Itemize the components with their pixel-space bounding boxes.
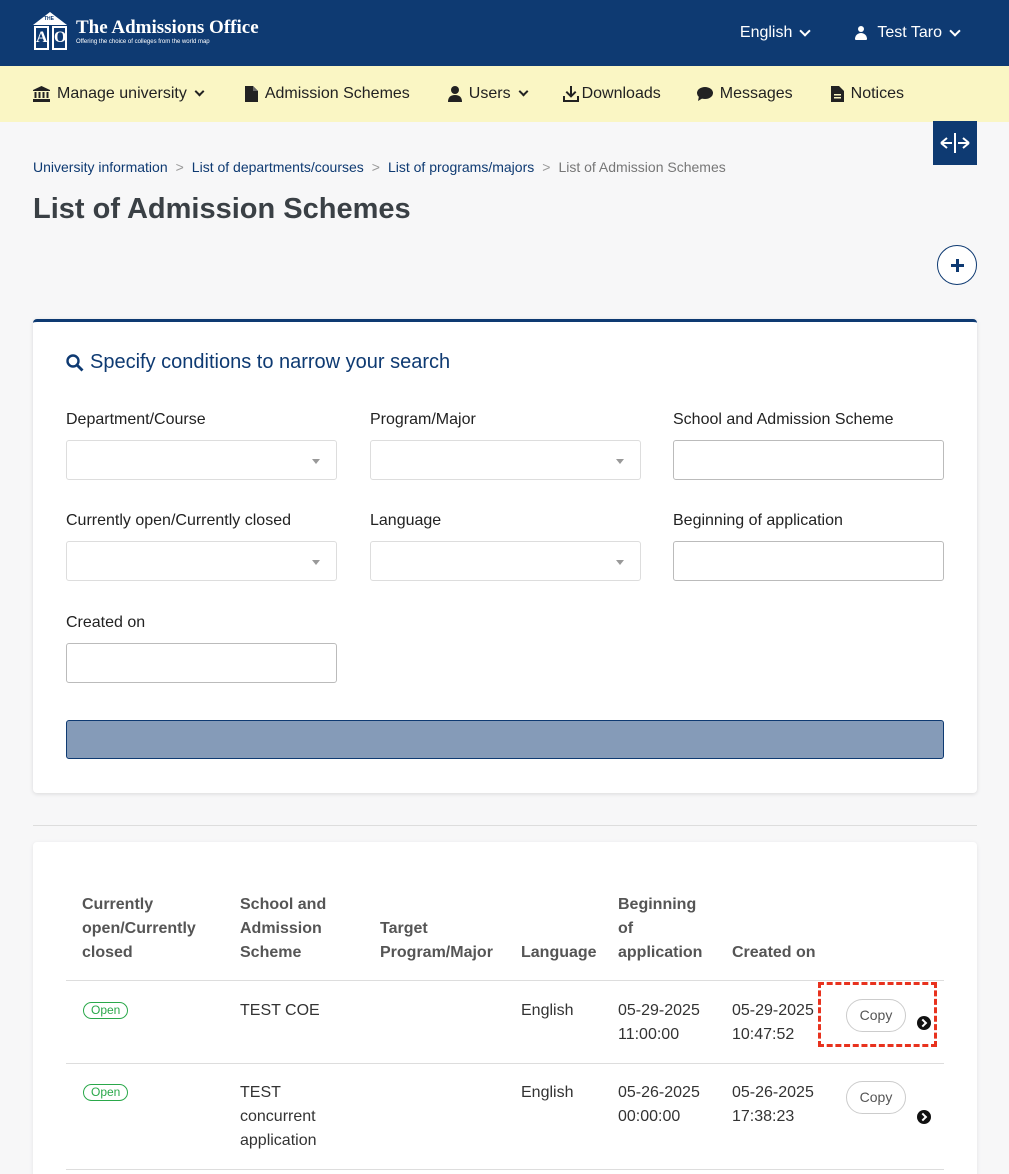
breadcrumb-programs[interactable]: List of programs/majors (388, 159, 534, 175)
row-language: English (521, 1002, 574, 1019)
nav-manage-university[interactable]: Manage university (33, 85, 205, 103)
chevron-circle-right-icon[interactable] (917, 1110, 931, 1124)
search-panel: Specify conditions to narrow your search… (33, 319, 977, 793)
row-scheme: TEST concurrent application (240, 1084, 317, 1149)
nav-admission-schemes[interactable]: Admission Schemes (244, 85, 410, 103)
copy-button[interactable]: Copy (846, 1081, 906, 1114)
logo-title: The Admissions Office (76, 17, 259, 38)
beginning-label: Beginning of application (673, 512, 843, 529)
header-divider (66, 980, 944, 981)
row-created-date: 05-26-2025 (732, 1084, 814, 1101)
nav-messages[interactable]: Messages (696, 85, 793, 103)
highlight-annotation (818, 982, 937, 1047)
nav-label: Messages (719, 85, 793, 102)
language-select[interactable] (370, 541, 641, 581)
logo[interactable]: THE A O The Admissions Office Offering t… (33, 12, 259, 52)
department-select[interactable] (66, 440, 337, 480)
created-on-label: Created on (66, 614, 146, 631)
page-title: List of Admission Schemes (33, 193, 411, 225)
document-icon (830, 86, 844, 102)
search-icon (66, 353, 84, 371)
search-panel-title: Specify conditions to narrow your search (66, 351, 450, 374)
row-beginning-time: 11:00:00 (618, 1026, 680, 1043)
status-badge: Open (83, 1002, 129, 1019)
row-scheme: TEST COE (240, 1002, 320, 1019)
language-label: English (739, 24, 793, 41)
search-submit-button[interactable] (66, 720, 944, 759)
status-badge: Open (83, 1084, 129, 1101)
chevron-down-icon (518, 86, 529, 97)
nav-label: Downloads (581, 85, 661, 102)
comment-icon (696, 87, 713, 101)
caret-down-icon (312, 459, 320, 464)
school-scheme-input[interactable] (673, 440, 944, 480)
logo-letter-o: O (52, 26, 67, 50)
file-icon (244, 86, 258, 102)
breadcrumb: University information > List of departm… (33, 159, 726, 175)
logo-mark-icon: THE A O (33, 12, 68, 52)
created-on-input[interactable] (66, 643, 337, 683)
nav-label: Users (468, 85, 511, 102)
chevron-down-icon (194, 86, 205, 97)
section-divider (33, 825, 977, 826)
breadcrumb-separator: > (371, 159, 380, 175)
user-menu-dropdown[interactable]: Test Taro (855, 24, 961, 42)
university-icon (33, 86, 50, 102)
add-scheme-button[interactable] (937, 245, 977, 285)
header-language: Language (521, 944, 597, 961)
plus-icon (950, 258, 964, 272)
chevron-down-icon (799, 24, 812, 37)
nav-users[interactable]: Users (447, 85, 529, 103)
expand-width-button[interactable] (933, 121, 977, 165)
breadcrumb-separator: > (175, 159, 184, 175)
beginning-date-input[interactable] (673, 541, 944, 581)
nav-label: Notices (850, 85, 905, 102)
breadcrumb-separator: > (542, 159, 551, 175)
nav-label: Admission Schemes (264, 85, 410, 102)
department-label: Department/Course (66, 411, 206, 428)
search-title-text: Specify conditions to narrow your search (90, 351, 451, 373)
caret-down-icon (616, 459, 624, 464)
user-name: Test Taro (877, 24, 942, 41)
user-icon (447, 86, 462, 102)
nav-notices[interactable]: Notices (830, 85, 905, 103)
header-target: Target Program/Major (380, 920, 493, 961)
arrows-horizontal-icon (940, 133, 970, 153)
row-created-time: 10:47:52 (732, 1026, 795, 1043)
row-beginning-date: 05-26-2025 (618, 1084, 700, 1101)
row-divider (66, 1169, 944, 1170)
breadcrumb-university-information[interactable]: University information (33, 159, 168, 175)
user-icon (855, 26, 868, 40)
row-beginning-time: 00:00:00 (618, 1108, 681, 1125)
header-scheme: School and Admission Scheme (240, 896, 327, 961)
program-select[interactable] (370, 440, 641, 480)
download-icon (562, 86, 579, 102)
program-label: Program/Major (370, 411, 476, 428)
open-closed-label: Currently open/Currently closed (66, 512, 291, 529)
breadcrumb-current: List of Admission Schemes (558, 159, 726, 175)
caret-down-icon (616, 560, 624, 565)
open-closed-select[interactable] (66, 541, 337, 581)
caret-down-icon (312, 560, 320, 565)
logo-letter-a: A (34, 26, 49, 50)
school-scheme-label: School and Admission Scheme (673, 411, 894, 428)
row-language: English (521, 1084, 574, 1101)
header-beginning: Beginning of application (618, 896, 703, 961)
row-created-date: 05-29-2025 (732, 1002, 814, 1019)
nav-downloads[interactable]: Downloads (562, 85, 661, 103)
header-status: Currently open/Currently closed (82, 896, 196, 961)
nav-label: Manage university (57, 85, 187, 102)
row-created-time: 17:38:23 (732, 1108, 795, 1125)
header-created: Created on (732, 944, 816, 961)
language-label: Language (370, 512, 442, 529)
breadcrumb-departments[interactable]: List of departments/courses (192, 159, 364, 175)
language-dropdown[interactable]: English (739, 24, 812, 42)
logo-tagline: Offering the choice of colleges from the… (76, 39, 210, 45)
main-nav: Manage university Admission Schemes User… (0, 66, 1009, 122)
chevron-down-icon (949, 24, 961, 37)
top-header: THE A O The Admissions Office Offering t… (0, 0, 1009, 66)
row-divider (66, 1063, 944, 1064)
row-beginning-date: 05-29-2025 (618, 1002, 700, 1019)
